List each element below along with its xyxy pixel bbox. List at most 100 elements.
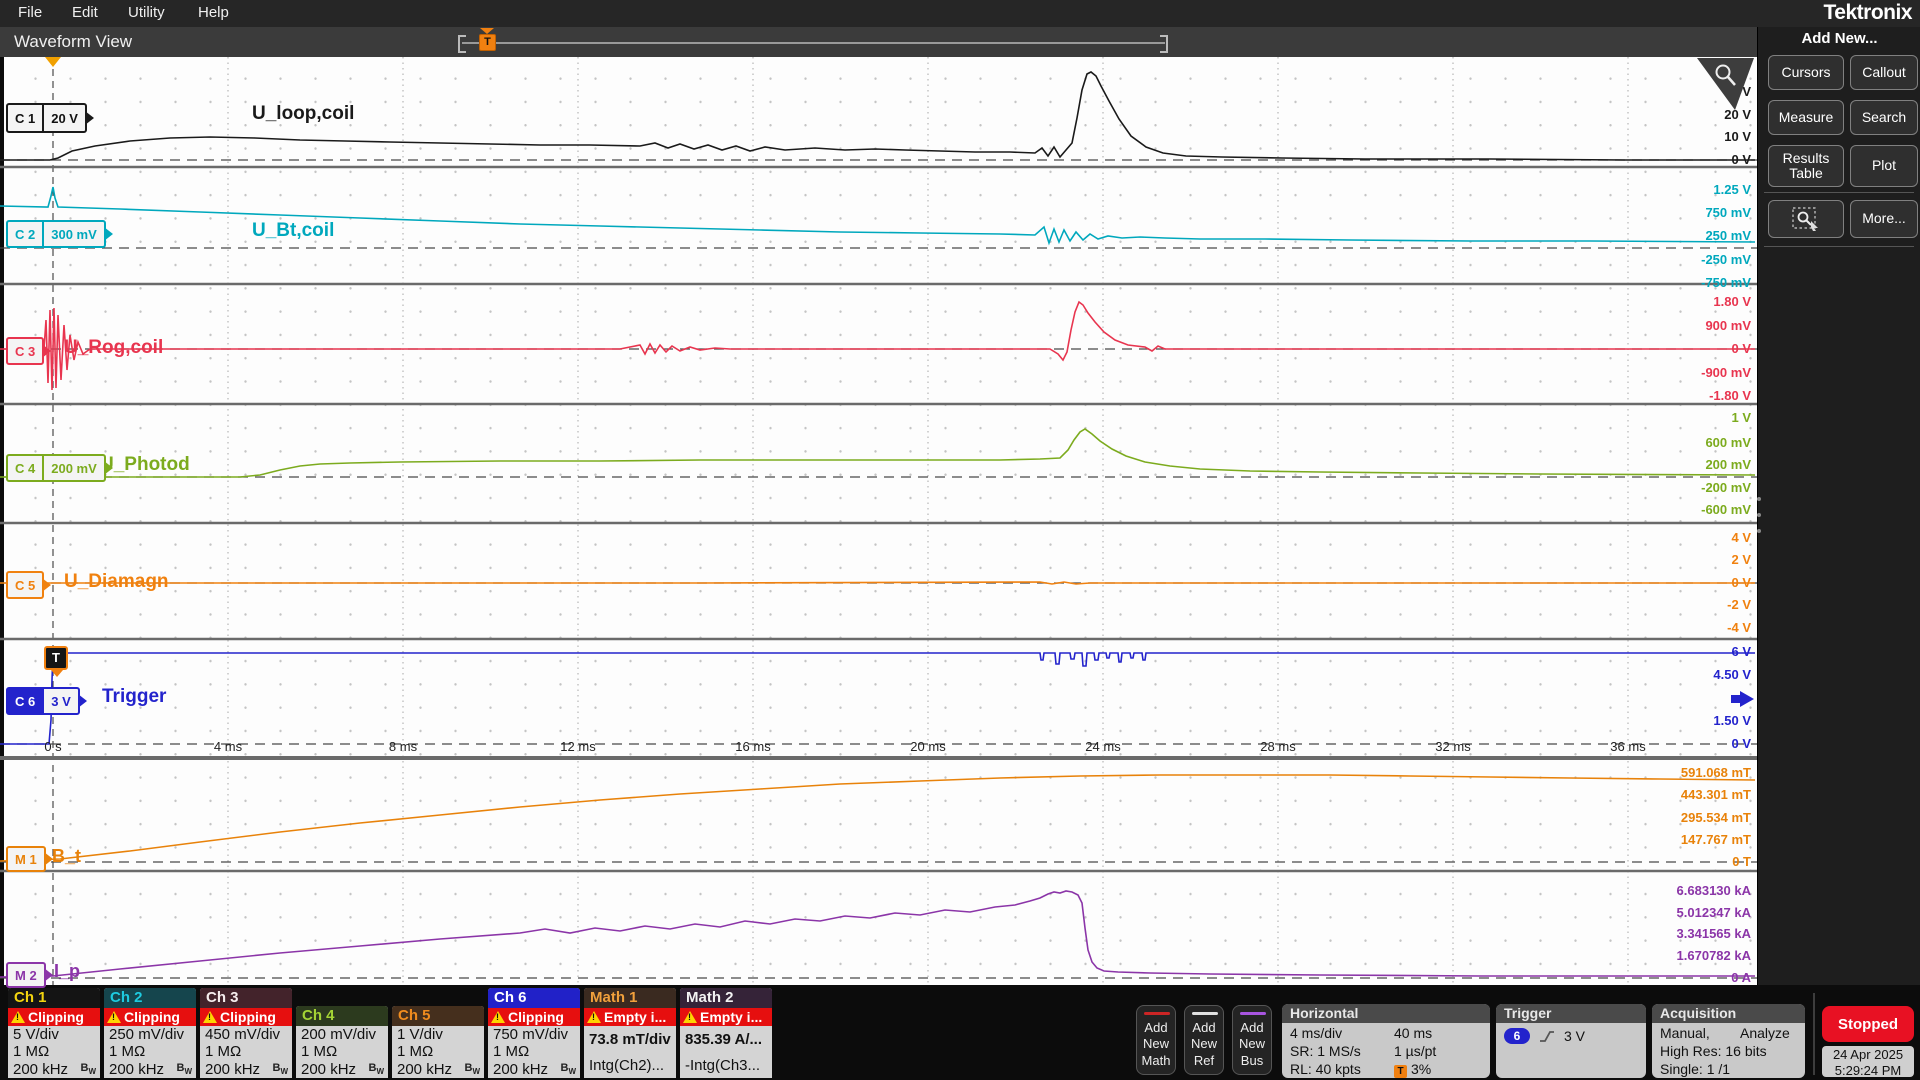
acquisition-panel[interactable]: Acquisition Manual, Analyze High Res: 16… bbox=[1652, 1004, 1805, 1078]
badge-tip-icon bbox=[85, 111, 94, 125]
ch6-scale-label: 4.50 V bbox=[1713, 667, 1751, 682]
trigger-position-percent: 3% bbox=[1411, 1061, 1431, 1077]
time-tick-label: 16 ms bbox=[735, 739, 770, 754]
badge-setting-text: 1 MΩ bbox=[109, 1043, 145, 1060]
horizontal-panel[interactable]: Horizontal 4 ms/div 40 ms SR: 1 MS/s 1 µ… bbox=[1282, 1004, 1490, 1078]
time-tick-label: 8 ms bbox=[389, 739, 417, 754]
badge-setting-text: 250 mV/div bbox=[109, 1026, 184, 1043]
cursors-button[interactable]: Cursors bbox=[1768, 55, 1844, 90]
hpos-trigger-icon[interactable]: T bbox=[479, 34, 496, 51]
ch4-scale-label: 200 mV bbox=[1705, 457, 1751, 472]
ch4-channel-badge[interactable]: C 4200 mV bbox=[6, 454, 106, 482]
sidebar-divider bbox=[1764, 246, 1914, 247]
ch1-scale-label: 10 V bbox=[1724, 129, 1751, 144]
time-tick-label: 12 ms bbox=[560, 739, 595, 754]
horizontal-position-bar[interactable] bbox=[462, 42, 1165, 44]
panel-drag-handle[interactable] bbox=[1754, 497, 1764, 533]
math2-channel-badge[interactable]: M 2 bbox=[6, 962, 46, 988]
acquisition-resolution: High Res: 16 bits bbox=[1660, 1042, 1797, 1060]
ch5-badge[interactable]: Ch 51 V/div1 MΩ200 kHzBW bbox=[392, 1006, 484, 1078]
ch4-name-label[interactable]: U_Photod bbox=[100, 454, 190, 476]
math1-badge[interactable]: Math 1Empty i...73.8 mT/divIntg(Ch2)... bbox=[584, 988, 676, 1078]
trigger-panel[interactable]: Trigger 6 3 V bbox=[1496, 1004, 1646, 1078]
ch1-scale-label: 0 V bbox=[1731, 152, 1751, 167]
ch1-channel-badge[interactable]: C 120 V bbox=[6, 103, 87, 133]
clipping-label: Clipping bbox=[220, 1009, 276, 1025]
time-tick-label: 32 ms bbox=[1435, 739, 1470, 754]
badge-tip-icon bbox=[44, 852, 53, 866]
ch4-trace bbox=[0, 429, 1755, 477]
ch5-name-label[interactable]: U_Diamagn bbox=[64, 571, 169, 593]
badge-setting-text: 200 kHz bbox=[397, 1061, 452, 1078]
ch5-scale-label: 2 V bbox=[1731, 552, 1751, 567]
badge-setting-text: 750 mV/div bbox=[493, 1026, 568, 1043]
ch6-channel-badge[interactable]: C 63 V bbox=[6, 687, 80, 715]
warning-icon bbox=[587, 1011, 601, 1023]
waveform-plot[interactable]: 30 V20 V10 V0 VC 120 VU_loop,coil1.25 V7… bbox=[0, 57, 1757, 985]
add-new-bus-button[interactable]: AddNewBus bbox=[1232, 1005, 1272, 1075]
badge-setting-text: 200 kHz bbox=[13, 1061, 68, 1078]
badge-tip-icon bbox=[104, 461, 113, 475]
math1-channel-badge[interactable]: M 1 bbox=[6, 846, 46, 872]
badge-header: Ch 1 bbox=[8, 988, 100, 1008]
measure-button[interactable]: Measure bbox=[1768, 100, 1844, 135]
ch3-trace bbox=[0, 302, 1755, 390]
hpos-left-bracket bbox=[458, 35, 466, 53]
accent-line bbox=[1192, 1012, 1218, 1015]
badge-setting-row: 1 MΩ bbox=[8, 1043, 100, 1060]
ch4-badge[interactable]: Ch 4200 mV/div1 MΩ200 kHzBW bbox=[296, 1006, 388, 1078]
ch6-badge[interactable]: Ch 6Clipping750 mV/div1 MΩ200 kHzBW bbox=[488, 988, 580, 1078]
trigger-position-icon[interactable] bbox=[45, 57, 61, 67]
ch2-badge[interactable]: Ch 2Clipping250 mV/div1 MΩ200 kHzBW bbox=[104, 988, 196, 1078]
menu-item-utility[interactable]: Utility bbox=[128, 4, 165, 21]
ch3-channel-badge[interactable]: C 3 bbox=[6, 337, 44, 365]
callout-button[interactable]: Callout bbox=[1850, 55, 1918, 90]
ch3-badge[interactable]: Ch 3Clipping450 mV/div1 MΩ200 kHzBW bbox=[200, 988, 292, 1078]
sidebar-divider bbox=[1764, 192, 1914, 193]
ch2-name-label[interactable]: U_Bt,coil bbox=[252, 220, 334, 242]
badge-setting-text: 1 MΩ bbox=[397, 1043, 433, 1060]
bandwidth-limit-icon: BW bbox=[560, 1062, 576, 1076]
date-label: 24 Apr 2025 bbox=[1822, 1047, 1914, 1063]
ch5-badge-seg: C 5 bbox=[8, 573, 42, 597]
search-button[interactable]: Search bbox=[1850, 100, 1918, 135]
math2-scale-label: 5.012347 kA bbox=[1677, 905, 1751, 920]
menu-item-file[interactable]: File bbox=[18, 4, 42, 21]
trigger-source-marker[interactable]: T bbox=[44, 646, 68, 670]
badge-setting-text: 1 V/div bbox=[397, 1026, 443, 1043]
ch1-name-label[interactable]: U_loop,coil bbox=[252, 103, 354, 125]
ch5-channel-badge[interactable]: C 5 bbox=[6, 571, 44, 599]
plot-button[interactable]: Plot bbox=[1850, 145, 1918, 187]
badge-setting-row: 1 MΩ bbox=[488, 1043, 580, 1060]
add-new-math-button[interactable]: AddNewMath bbox=[1136, 1005, 1176, 1075]
add-new-ref-button[interactable]: AddNewRef bbox=[1184, 1005, 1224, 1075]
ch3-scale-label: -1.80 V bbox=[1709, 388, 1751, 403]
zoom-select-icon bbox=[1792, 207, 1820, 231]
math2-badge[interactable]: Math 2Empty i...835.39 A/...-Intg(Ch3... bbox=[680, 988, 772, 1078]
math2-name-label[interactable]: I_p bbox=[54, 961, 80, 982]
accent-line bbox=[1144, 1012, 1170, 1015]
ch1-badge[interactable]: Ch 1Clipping5 V/div1 MΩ200 kHzBW bbox=[8, 988, 100, 1078]
math1-name-label[interactable]: B_t bbox=[52, 846, 81, 867]
ch6-badge-seg: C 6 bbox=[8, 689, 42, 713]
warning-icon bbox=[203, 1011, 217, 1023]
time-tick-label: 28 ms bbox=[1260, 739, 1295, 754]
time-tick-label: 24 ms bbox=[1085, 739, 1120, 754]
clipping-warning: Clipping bbox=[104, 1008, 196, 1026]
bandwidth-limit-icon: BW bbox=[80, 1062, 96, 1076]
badge-setting-row: 250 mV/div bbox=[104, 1026, 196, 1043]
badge-setting-row: 200 kHzBW bbox=[200, 1061, 292, 1078]
ch3-name-label[interactable]: U_Rog,coil bbox=[64, 337, 163, 359]
zoom-select-button[interactable] bbox=[1768, 200, 1844, 238]
more-button[interactable]: More... bbox=[1850, 200, 1918, 238]
zoom-corner-icon[interactable] bbox=[1690, 57, 1756, 113]
menu-item-edit[interactable]: Edit bbox=[72, 4, 98, 21]
run-stop-button[interactable]: Stopped bbox=[1822, 1006, 1914, 1042]
ch5-trace bbox=[0, 582, 1755, 584]
clipping-label: Empty i... bbox=[604, 1009, 666, 1025]
menu-item-help[interactable]: Help bbox=[198, 4, 229, 21]
results-table-button[interactable]: Results Table bbox=[1768, 145, 1844, 187]
ch6-name-label[interactable]: Trigger bbox=[102, 686, 166, 708]
ch2-channel-badge[interactable]: C 2300 mV bbox=[6, 220, 106, 248]
math2-trace bbox=[0, 891, 1755, 977]
